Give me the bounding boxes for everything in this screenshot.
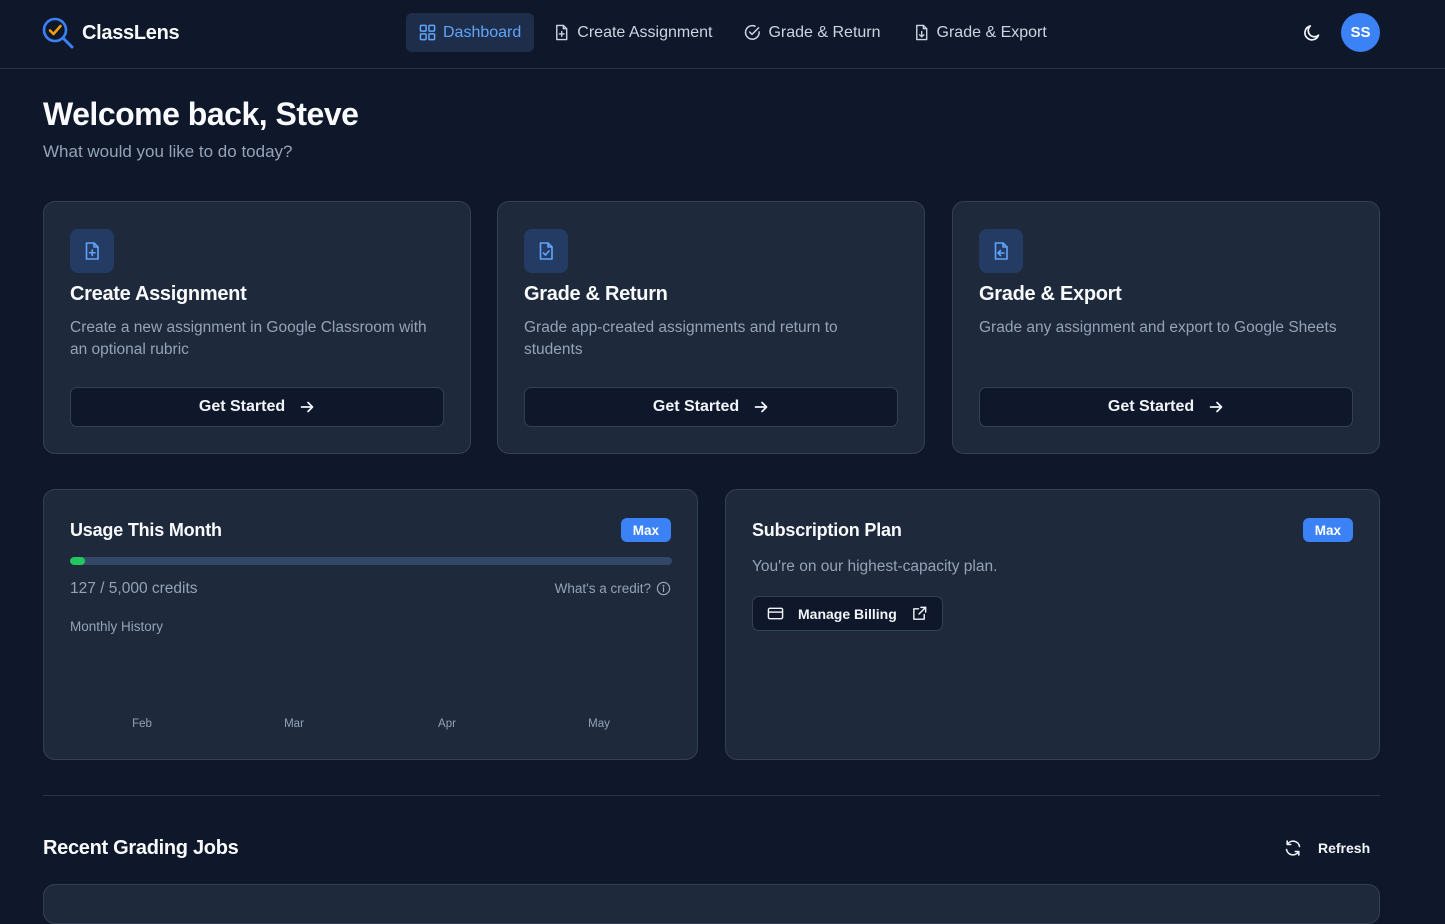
refresh-button[interactable]: Refresh [1284,837,1370,859]
subscription-description: You're on our highest-capacity plan. [752,558,998,575]
get-started-button[interactable]: Get Started [70,387,444,427]
card-title: Create Assignment [70,283,247,305]
recent-jobs-table [43,884,1380,924]
file-check-icon [539,242,553,260]
card-icon-wrapper [70,229,114,273]
credit-help-label: What's a credit? [554,581,651,596]
credit-card-icon [767,607,784,620]
month-label: Feb [132,718,152,730]
card-title: Grade & Export [979,283,1122,305]
card-description: Create a new assignment in Google Classr… [70,319,427,358]
card-create-assignment: Create Assignment Create a new assignmen… [43,201,471,454]
main-nav: Dashboard Create Assignment Grade & Retu… [406,13,1060,52]
usage-progress-bar [70,557,672,565]
button-label: Get Started [1107,398,1195,415]
usage-title: Usage This Month [70,520,222,540]
subscription-panel: Subscription Plan Max You're on our high… [725,489,1380,760]
card-icon-wrapper [979,229,1023,273]
recent-jobs-title: Recent Grading Jobs [43,837,239,859]
arrow-right-icon [1209,401,1223,413]
refresh-label: Refresh [1318,840,1371,856]
card-title: Grade & Return [524,283,668,305]
card-icon-wrapper [524,229,568,273]
credit-help-link[interactable]: What's a credit? [555,581,671,596]
button-label: Get Started [652,398,740,415]
user-avatar[interactable]: SS [1341,13,1380,52]
section-divider [43,795,1380,796]
card-grade-return: Grade & Return Grade app-created assignm… [497,201,925,454]
credits-text: 127 / 5,000 credits [70,580,198,597]
month-label: May [588,718,610,730]
manage-billing-label: Manage Billing [798,605,897,622]
plan-badge: Max [1302,518,1353,542]
app-name: ClassLens [82,21,180,44]
file-export-icon [915,24,927,41]
card-description: Grade any assignment and export to Googl… [979,319,1337,336]
file-export-icon [994,242,1008,260]
external-link-icon [912,606,927,620]
check-circle-icon [745,24,761,40]
arrow-right-icon [300,401,314,413]
file-plus-icon [556,24,568,41]
get-started-button[interactable]: Get Started [524,387,898,427]
file-plus-icon [85,242,99,260]
usage-panel: Usage This Month Max 127 / 5,000 credits… [43,489,698,760]
get-started-button[interactable]: Get Started [979,387,1353,427]
plan-badge: Max [620,518,671,542]
nav-grade-export[interactable]: Grade & Export [900,13,1060,52]
nav-create-assignment[interactable]: Create Assignment [540,13,725,52]
nav-dashboard[interactable]: Dashboard [406,13,535,52]
brand[interactable]: ClassLens [41,16,180,50]
nav-grade-return[interactable]: Grade & Return [731,13,893,52]
month-label: Mar [284,718,304,730]
subscription-title: Subscription Plan [752,520,902,540]
card-description: Grade app-created assignments and return… [524,319,838,358]
monthly-history-label: Monthly History [70,619,164,634]
nav-grade-return-label: Grade & Return [768,23,881,41]
moon-icon[interactable] [1301,22,1323,44]
page-subtitle: What would you like to do today? [43,142,293,161]
magnifier-check-icon [42,17,74,49]
refresh-icon [1285,840,1301,856]
grid-icon [419,24,436,41]
manage-billing-button[interactable]: Manage Billing [752,596,943,631]
card-grade-export: Grade & Export Grade any assignment and … [952,201,1380,454]
nav-create-assignment-label: Create Assignment [577,23,713,41]
month-label: Apr [438,718,456,730]
usage-progress-fill [70,557,86,565]
button-label: Get Started [198,398,286,415]
nav-dashboard-label: Dashboard [443,23,522,41]
nav-grade-export-label: Grade & Export [936,23,1047,41]
top-navigation: ClassLens Dashboard Create Assignment Gr… [0,0,1445,69]
info-icon [656,581,671,596]
arrow-right-icon [754,401,768,413]
page-title: Welcome back, Steve [43,96,359,132]
